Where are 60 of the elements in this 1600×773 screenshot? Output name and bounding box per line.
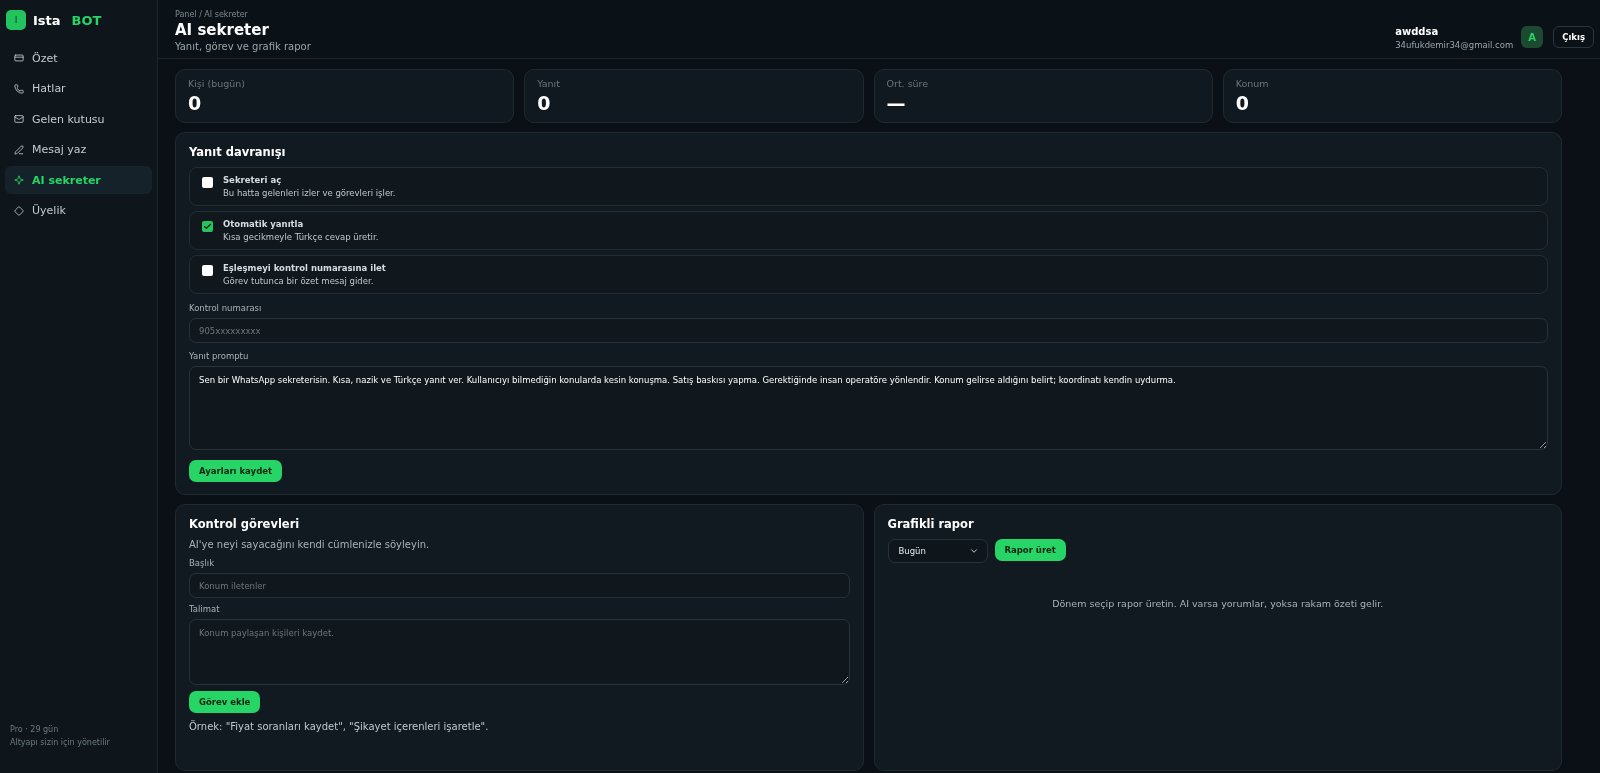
sidebar-footer-text: Altyapı sizin için yönetilir: [10, 738, 111, 747]
card-description: AI'ye neyi sayacağını kendi cümlenizle söyleyin.: [189, 539, 431, 550]
option-title: Eşleşmeyi kontrol numarasına ilet: [223, 263, 386, 273]
breadcrumb: Panel / AI sekreter: [175, 10, 249, 19]
example-text: Örnek: "Fiyat soranları kaydet", "Şikayet içerenleri işaretle".: [189, 721, 490, 732]
stat-label: Yanıt: [537, 78, 561, 89]
pen-icon: [14, 144, 24, 155]
mail-icon: [14, 114, 24, 124]
brand-accent: BOT: [71, 12, 102, 28]
page-title: AI sekreter: [175, 21, 270, 39]
stat-value: 0: [188, 92, 203, 114]
card-icon: [14, 53, 24, 63]
brand-name: Ista: [33, 12, 61, 28]
sidebar-item[interactable]: Mesaj yaz: [5, 135, 152, 164]
add-task-button[interactable]: Görev ekle: [189, 691, 261, 713]
option-description: Görev tutunca bir özet mesaj gider.: [223, 276, 375, 286]
user-email: 34ufukdemir34@gmail.com: [1395, 40, 1514, 50]
sidebar-item[interactable]: Hatlar: [5, 74, 152, 103]
card-title: Yanıt davranışı: [189, 145, 287, 159]
chevron-down-icon: [968, 546, 979, 556]
sparkle-icon: [14, 175, 24, 185]
option-description: Kısa gecikmeyle Türkçe cevap üretir.: [223, 232, 379, 242]
input-field[interactable]: Konum paylaşan kişileri kaydet.: [189, 619, 850, 685]
stat-label: Ort. süre: [886, 78, 930, 89]
field-label: Başlık: [189, 558, 216, 568]
period-select[interactable]: Bugün: [887, 539, 988, 563]
sidebar-item[interactable]: AI sekreter: [5, 166, 152, 194]
sidebar-item[interactable]: Gelen kutusu: [5, 105, 152, 133]
stat-label: Kişi (bugün): [188, 78, 246, 89]
stat-label: Konum: [1235, 78, 1270, 89]
checkbox[interactable]: [202, 265, 213, 276]
logout-button[interactable]: Çıkış: [1553, 26, 1594, 48]
empty-state-text: Dönem seçip rapor üretin. AI varsa yorumlar, yoksa rakam özeti gelir.: [1051, 598, 1385, 609]
option-description: Bu hatta gelenleri izler ve görevleri işler.: [223, 188, 396, 198]
field-label: Kontrol numarası: [189, 303, 263, 313]
input-field[interactable]: Konum iletenler: [189, 573, 850, 598]
sidebar-footer-text: Pro · 29 gün: [10, 725, 60, 734]
save-button[interactable]: Ayarları kaydet: [189, 460, 283, 482]
checkbox[interactable]: [202, 221, 213, 232]
prompt-field[interactable]: Sen bir WhatsApp sekreterisin. Kısa, nazik ve Türkçe yanıt ver. Kullanıcıyı bilmediğin konularda kesin konuşma. Satış baskısı yapma. Gerektiğinde insan operatöre yönlendir. Konum gelirse aldığını belirt; koordinatı kendin uydurma.: [189, 366, 1548, 450]
sidebar-item[interactable]: Üyelik: [5, 196, 152, 225]
field-label: Yanıt promptu: [189, 351, 250, 361]
option-title: Sekreteri aç: [223, 175, 283, 185]
card-title: Kontrol görevleri: [189, 517, 301, 531]
phone-icon: [14, 83, 24, 94]
generate-report-button[interactable]: Rapor üret: [994, 539, 1066, 561]
page-subtitle: Yanıt, görev ve grafik rapor: [175, 41, 312, 52]
card-title: Grafikli rapor: [887, 517, 975, 531]
diamond-icon: [14, 205, 24, 216]
avatar[interactable]: A: [1521, 26, 1544, 48]
option-title: Otomatik yanıtla: [223, 219, 305, 229]
logo: I: [6, 10, 26, 30]
user-name: awddsa: [1395, 26, 1440, 37]
stat-value: 0: [1235, 92, 1250, 114]
stat-value: —: [886, 92, 907, 114]
stat-value: 0: [537, 92, 552, 114]
input-field[interactable]: 905xxxxxxxxx: [189, 318, 1548, 343]
sidebar-item[interactable]: Özet: [5, 44, 152, 72]
checkbox[interactable]: [202, 177, 213, 188]
field-label: Talimat: [189, 604, 221, 614]
